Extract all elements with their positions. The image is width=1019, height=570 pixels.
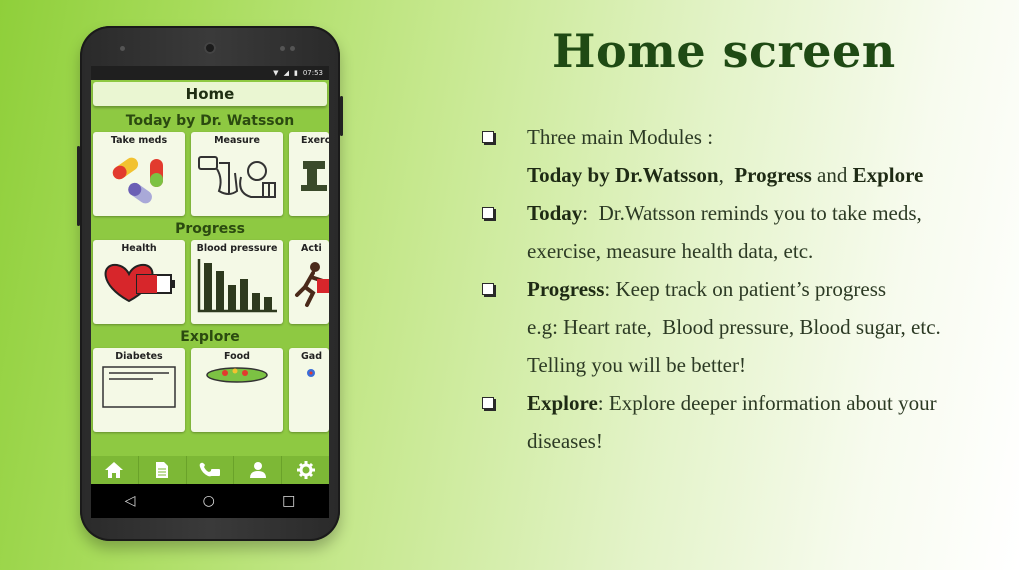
slide-title: Home screen <box>552 24 896 78</box>
battery-icon: ▮ <box>293 69 298 77</box>
gear-icon[interactable] <box>282 456 329 484</box>
bottom-nav <box>91 456 329 484</box>
bullet-text: : Explore deeper information about your <box>597 391 937 415</box>
bullet-text: Three main Modules : <box>527 125 714 149</box>
tile-row-today: Take meds Measure Exerc <box>91 132 329 216</box>
front-camera <box>204 42 216 54</box>
tile-label: Food <box>224 351 250 362</box>
tile-row-explore: Diabetes Food Gad <box>91 348 329 432</box>
bullet-line: Progress: Keep track on patient’s progre… <box>478 270 1008 308</box>
app-header: Home <box>93 82 327 106</box>
status-bar: ▼ ◢ ▮ 07:53 <box>91 66 329 80</box>
tile-take-meds[interactable]: Take meds <box>93 132 185 216</box>
checkbox-bullet-icon <box>482 283 494 295</box>
checkbox-bullet-icon <box>482 397 494 409</box>
bullet-line: Today: Dr.Watsson reminds you to take me… <box>478 194 1008 232</box>
recents-icon[interactable]: □ <box>282 493 295 509</box>
tile-label: Diabetes <box>115 351 163 362</box>
heart-battery-icon <box>104 263 175 303</box>
newspaper-icon <box>102 366 176 408</box>
bullet-line: exercise, measure health data, etc. <box>478 232 1008 270</box>
signal-icon: ◢ <box>283 69 289 77</box>
bullet-list: Three main Modules : Today by Dr.Watsson… <box>478 118 1008 460</box>
pills-icon <box>112 157 163 204</box>
status-time: 07:53 <box>302 69 323 77</box>
power-button <box>340 96 343 136</box>
bullet-text: : Keep track on patient’s progress <box>604 277 887 301</box>
phone-screen: ▼ ◢ ▮ 07:53 Home Today by Dr. Watsson Ta… <box>91 66 329 518</box>
home-icon[interactable] <box>91 456 139 484</box>
tile-label: Measure <box>214 135 260 146</box>
bullet-keyword: Today <box>527 201 583 225</box>
tile-label: Gad <box>301 351 323 362</box>
system-nav-bar: ◁ ○ □ <box>91 484 329 518</box>
module-explore: Explore <box>852 163 924 187</box>
tile-blood-pressure[interactable]: Blood pressure <box>191 240 283 324</box>
section-title-explore: Explore <box>180 329 240 345</box>
bullet-text: e.g: Heart rate, Blood pressure, Blood s… <box>527 315 941 339</box>
section-title-progress: Progress <box>175 221 245 237</box>
home-circle-icon[interactable]: ○ <box>203 493 215 509</box>
gadget-icon <box>307 369 315 377</box>
bullet-line: Telling you will be better! <box>478 346 1008 384</box>
tile-exercise[interactable]: Exerc <box>289 132 329 216</box>
tile-label: Take meds <box>110 135 168 146</box>
bullet-keyword: Explore <box>527 391 598 415</box>
person-icon[interactable] <box>234 456 283 484</box>
phone-mockup: ▼ ◢ ▮ 07:53 Home Today by Dr. Watsson Ta… <box>77 26 343 541</box>
bullet-text: and <box>811 163 853 187</box>
sensor-dot <box>280 46 285 51</box>
module-progress: Progress <box>734 163 812 187</box>
bullet-text: exercise, measure health data, etc. <box>527 239 814 263</box>
tile-measure[interactable]: Measure <box>191 132 283 216</box>
bullet-text: diseases! <box>527 429 603 453</box>
bullet-line: Explore: Explore deeper information abou… <box>478 384 1008 422</box>
running-person-icon <box>295 262 329 307</box>
bullet-keyword: Progress <box>527 277 605 301</box>
tile-diabetes[interactable]: Diabetes <box>93 348 185 432</box>
module-today: Today by Dr.Watsson <box>527 163 719 187</box>
wifi-icon: ▼ <box>273 69 279 77</box>
bullet-line: diseases! <box>478 422 1008 460</box>
bullet-line: Today by Dr.Watsson, Progress and Explor… <box>478 156 1008 194</box>
exercise-icon <box>301 161 327 191</box>
tile-label: Health <box>121 243 157 254</box>
bullet-line: e.g: Heart rate, Blood pressure, Blood s… <box>478 308 1008 346</box>
tile-activity[interactable]: Acti <box>289 240 329 324</box>
bullet-text: , <box>718 163 735 187</box>
section-title-today: Today by Dr. Watsson <box>125 113 295 129</box>
page-title: Home <box>185 85 235 103</box>
volume-button <box>77 146 80 226</box>
sensor-dot <box>120 46 125 51</box>
tile-label: Exerc <box>301 135 329 146</box>
checkbox-bullet-icon <box>482 131 494 143</box>
back-icon[interactable]: ◁ <box>125 493 136 509</box>
bullet-text: : Dr.Watsson reminds you to take meds, <box>582 201 922 225</box>
measure-device-icon <box>198 156 276 198</box>
checkbox-bullet-icon <box>482 207 494 219</box>
document-icon[interactable] <box>139 456 187 484</box>
bullet-line: Three main Modules : <box>478 118 1008 156</box>
tile-food[interactable]: Food <box>191 348 283 432</box>
tile-health[interactable]: Health <box>93 240 185 324</box>
bullet-text: Telling you will be better! <box>527 353 746 377</box>
phone-chat-icon[interactable] <box>187 456 235 484</box>
food-bowl-icon <box>206 367 268 383</box>
bar-chart-icon <box>197 259 277 313</box>
sensor-dot <box>290 46 295 51</box>
tile-row-progress: Health Blood pressure Acti <box>91 240 329 324</box>
tile-label: Acti <box>301 243 322 254</box>
tile-label: Blood pressure <box>196 243 278 254</box>
tile-gadget[interactable]: Gad <box>289 348 329 432</box>
